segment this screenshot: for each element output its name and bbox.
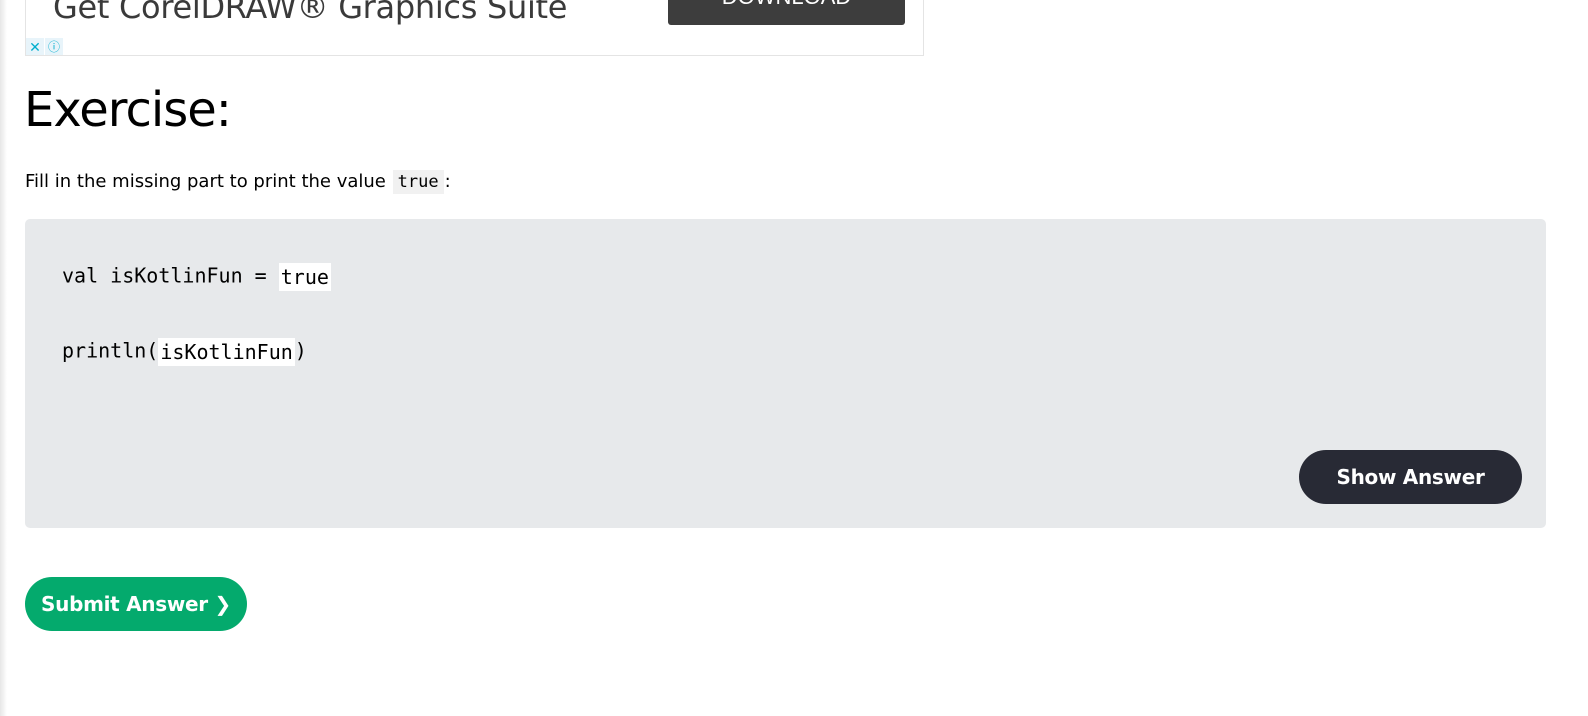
show-answer-button[interactable]: Show Answer — [1299, 450, 1522, 504]
ad-headline[interactable]: Get CorelDRAW® Graphics Suite — [53, 0, 568, 26]
instruction-suffix: : — [444, 171, 451, 192]
instruction-code: true — [392, 170, 444, 194]
code-line-2-text: println( — [62, 338, 159, 363]
answer-field-1[interactable]: true — [278, 263, 331, 291]
exercise-instruction: Fill in the missing part to print the va… — [25, 170, 451, 194]
ad-download-button[interactable]: DOWNLOAD — [668, 0, 905, 25]
exercise-code-box: val isKotlinFun = true println(isKotlinF… — [25, 219, 1546, 528]
exercise-heading: Exercise: — [24, 82, 232, 138]
ad-info-icon[interactable]: ⓘ — [45, 38, 63, 55]
submit-answer-button[interactable]: Submit Answer ❯ — [25, 577, 247, 631]
answer-field-2[interactable]: isKotlinFun — [158, 338, 295, 366]
ad-download-label: DOWNLOAD — [668, 0, 905, 8]
code-line-1-text: val isKotlinFun = — [62, 263, 279, 288]
ad-close-icon[interactable]: ✕ — [26, 38, 44, 55]
code-line-1: val isKotlinFun = true — [62, 263, 331, 291]
code-line-2-suffix: ) — [294, 338, 307, 363]
instruction-text: Fill in the missing part to print the va… — [25, 171, 392, 192]
page-edge-shadow — [0, 0, 7, 716]
code-line-2: println(isKotlinFun) — [62, 338, 307, 366]
ad-banner[interactable]: Get CorelDRAW® Graphics Suite DOWNLOAD ✕… — [25, 0, 924, 56]
